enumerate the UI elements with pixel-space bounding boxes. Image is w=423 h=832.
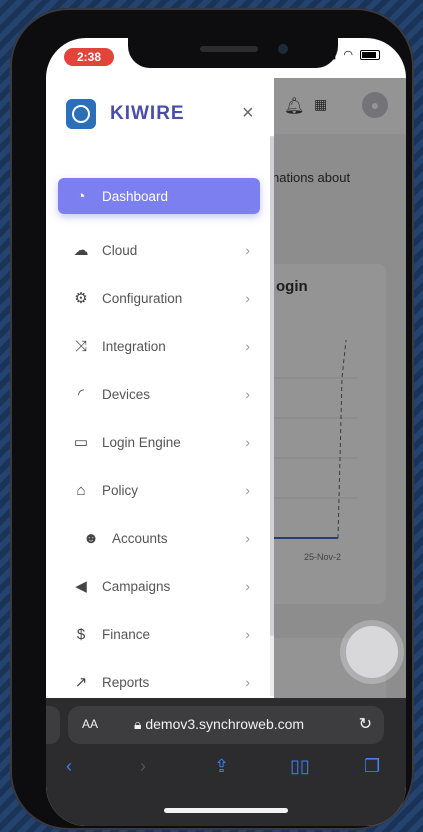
notch bbox=[128, 38, 338, 68]
sidebar-item-label: Integration bbox=[102, 338, 166, 354]
status-time: 2:38 bbox=[64, 48, 114, 66]
dashboard-icon: ◔ bbox=[76, 187, 86, 205]
sidebar-item-label: Finance bbox=[102, 626, 151, 642]
sidebar-item-label: Reports bbox=[102, 674, 150, 690]
sidebar-item-label: Login Engine bbox=[102, 434, 181, 450]
bank-icon: ⌂ bbox=[76, 481, 86, 499]
sidebar-item-cloud[interactable]: ☁ Cloud › bbox=[58, 226, 260, 274]
sidebar-item-accounts[interactable]: ☻ Accounts › bbox=[58, 514, 260, 562]
sidebar-item-dashboard[interactable]: ◔ Dashboard bbox=[58, 178, 260, 214]
rss-icon: ◜ bbox=[78, 386, 84, 403]
drawer-scrollbar-thumb[interactable] bbox=[270, 136, 274, 636]
home-indicator bbox=[164, 808, 288, 813]
sidebar-item-campaigns[interactable]: ◀ Campaigns › bbox=[58, 562, 260, 610]
line-chart-icon: ↗ bbox=[74, 674, 88, 691]
cogs-icon: ⚙ bbox=[74, 290, 88, 307]
speaker bbox=[200, 46, 258, 52]
cloud-icon: ☁ bbox=[73, 242, 89, 259]
camera bbox=[278, 44, 288, 54]
floating-action-button[interactable] bbox=[346, 626, 398, 678]
sidebar-item-label: Dashboard bbox=[102, 188, 169, 204]
back-icon[interactable]: ‹ bbox=[66, 756, 72, 777]
sidebar-item-label: Policy bbox=[102, 482, 139, 498]
phone-frame: 2:38 ▮▮▮ ◠ 🔔︎ ▦ ● nations about ogin bbox=[10, 8, 414, 830]
text-size-button[interactable]: AA bbox=[82, 717, 98, 731]
chevron-right-icon: › bbox=[245, 290, 250, 306]
sidebar-item-label: Cloud bbox=[102, 242, 138, 258]
brand-name: KIWIRE bbox=[110, 103, 185, 124]
shuffle-icon: ⤨ bbox=[74, 337, 87, 355]
chevron-right-icon: › bbox=[245, 386, 250, 402]
megaphone-icon: ◀ bbox=[75, 578, 87, 595]
chevron-right-icon: › bbox=[245, 338, 250, 354]
previous-tab-stub[interactable] bbox=[46, 706, 60, 744]
chevron-right-icon: › bbox=[245, 434, 250, 450]
chevron-right-icon: › bbox=[245, 530, 250, 546]
dollar-icon: $ bbox=[76, 625, 86, 643]
side-drawer: KIWIRE × ◔ Dashboard ☁ Cloud › ⚙ Configuration… bbox=[46, 78, 274, 708]
sidebar-item-login-engine[interactable]: ▭ Login Engine › bbox=[58, 418, 260, 466]
wifi-icon: ◠ bbox=[343, 49, 355, 61]
sidebar-item-label: Configuration bbox=[102, 290, 183, 306]
chevron-right-icon: › bbox=[245, 482, 250, 498]
url-text: 🔒︎ demov3.synchroweb.com bbox=[134, 716, 305, 732]
sidebar-item-policy[interactable]: ⌂ Policy › bbox=[58, 466, 260, 514]
share-icon[interactable]: ⇪ bbox=[214, 756, 229, 777]
chevron-right-icon: › bbox=[245, 674, 250, 690]
chevron-right-icon: › bbox=[245, 626, 250, 642]
chevron-right-icon: › bbox=[245, 578, 250, 594]
sidebar-menu: ◔ Dashboard ☁ Cloud › ⚙ Configuration › ⤨ Integra… bbox=[58, 178, 260, 706]
sidebar-item-integration[interactable]: ⤨ Integration › bbox=[58, 322, 260, 370]
monitor-icon: ▭ bbox=[73, 434, 89, 451]
reload-icon[interactable]: ↻ bbox=[359, 714, 372, 734]
browser-toolbar: AA 🔒︎ demov3.synchroweb.com ↻ ‹ › ⇪ ▯▯ ❐ bbox=[46, 698, 406, 826]
brand: KIWIRE bbox=[66, 98, 185, 130]
sidebar-item-devices[interactable]: ◜ Devices › bbox=[58, 370, 260, 418]
url-value: demov3.synchroweb.com bbox=[145, 716, 305, 732]
address-bar[interactable]: AA 🔒︎ demov3.synchroweb.com ↻ bbox=[68, 706, 384, 744]
phone-screen: 2:38 ▮▮▮ ◠ 🔔︎ ▦ ● nations about ogin bbox=[46, 38, 406, 826]
sidebar-item-configuration[interactable]: ⚙ Configuration › bbox=[58, 274, 260, 322]
sidebar-item-label: Accounts bbox=[112, 530, 168, 546]
sidebar-item-label: Devices bbox=[102, 386, 151, 402]
users-icon: ☻ bbox=[83, 529, 99, 547]
battery-icon bbox=[360, 50, 380, 61]
kiwire-logo bbox=[66, 99, 96, 129]
sidebar-item-finance[interactable]: $ Finance › bbox=[58, 610, 260, 658]
chevron-right-icon: › bbox=[245, 242, 250, 258]
browser-nav-row: ‹ › ⇪ ▯▯ ❐ bbox=[46, 756, 406, 786]
sidebar-item-label: Campaigns bbox=[102, 578, 171, 594]
tabs-icon[interactable]: ❐ bbox=[364, 756, 380, 777]
bookmarks-icon[interactable]: ▯▯ bbox=[290, 756, 310, 777]
forward-icon[interactable]: › bbox=[140, 756, 146, 777]
close-icon[interactable]: × bbox=[242, 102, 254, 125]
